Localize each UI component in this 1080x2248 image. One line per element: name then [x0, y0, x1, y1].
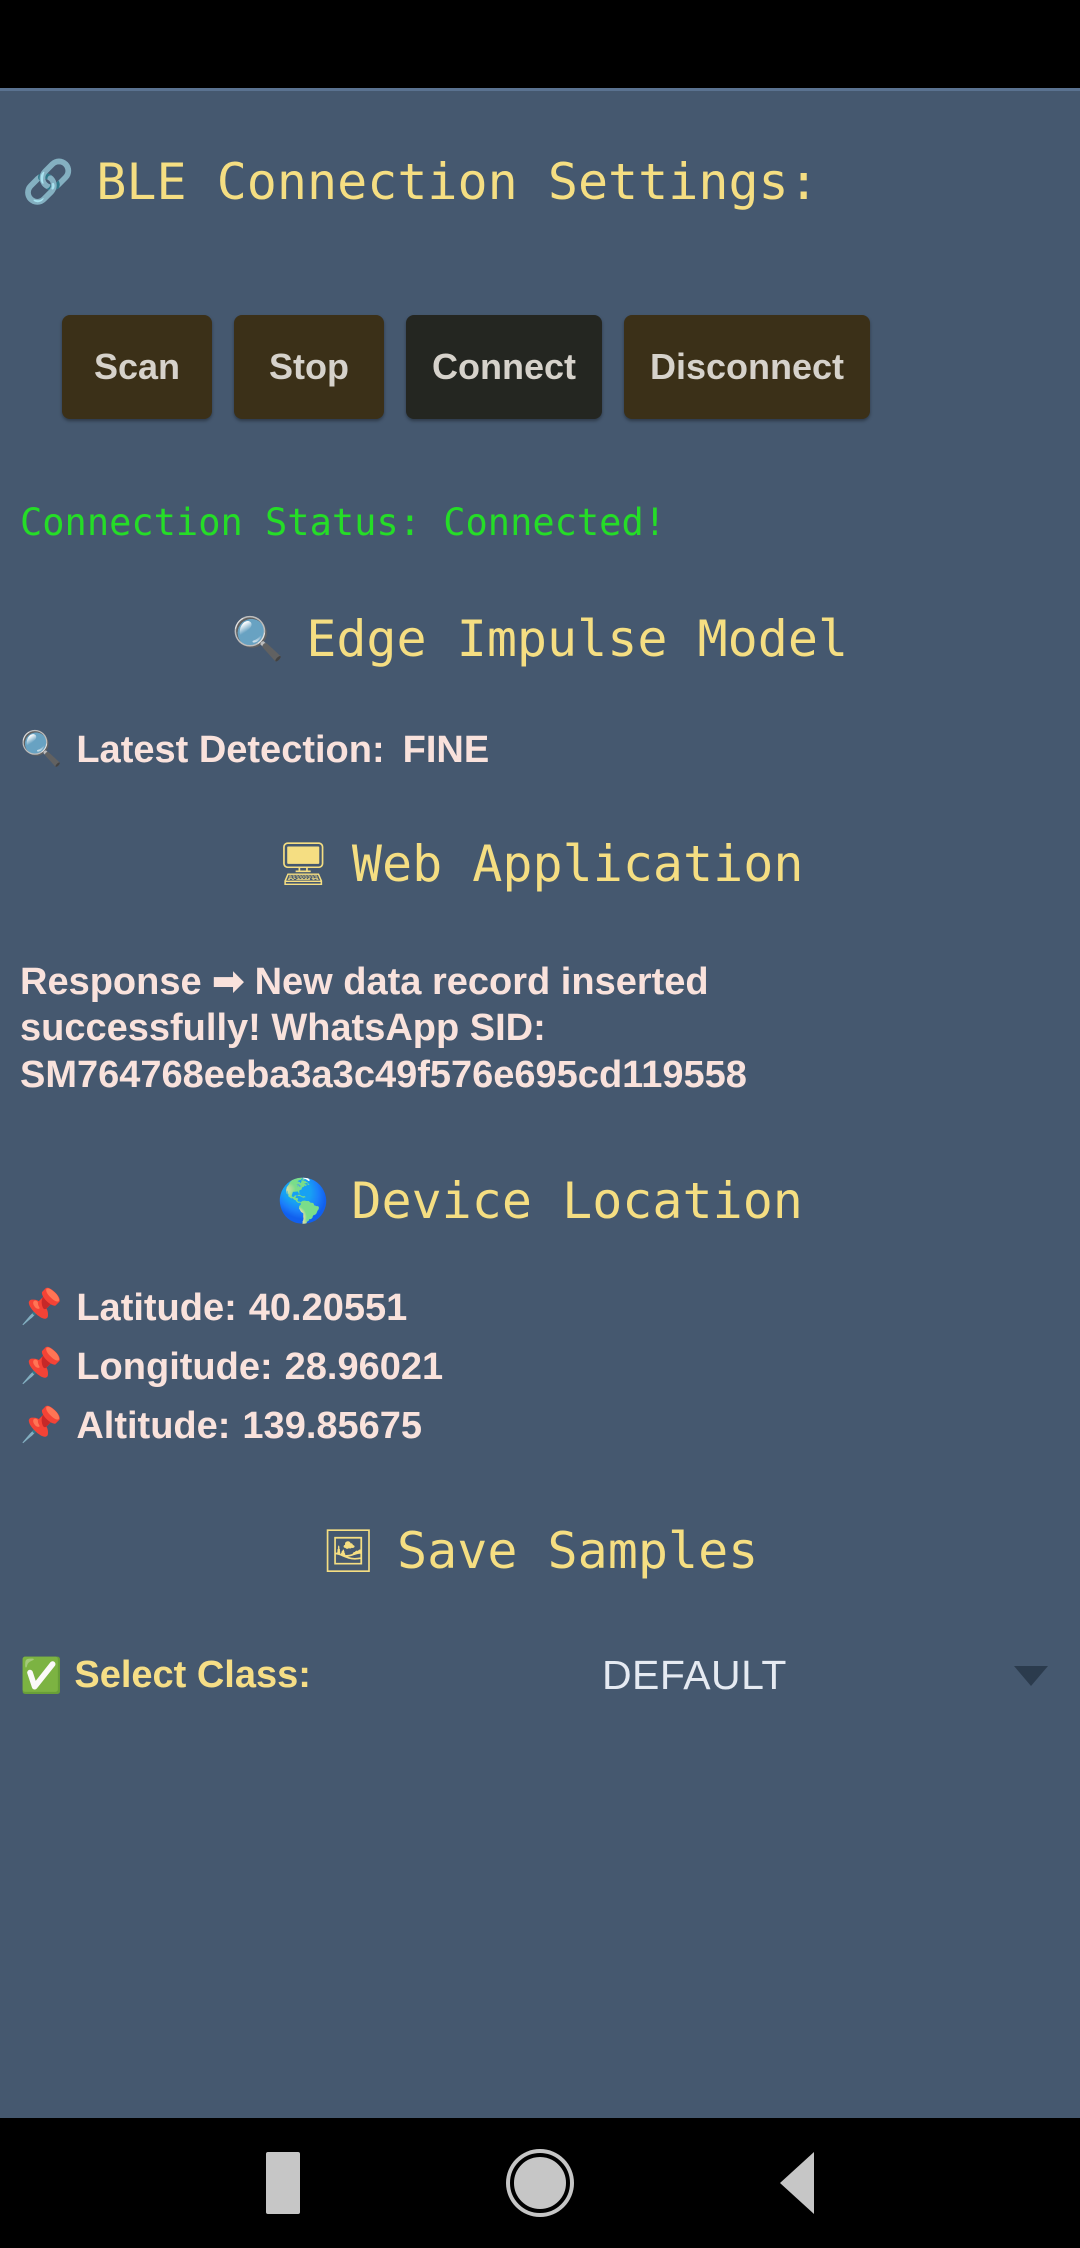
connection-status-text: Connection Status: Connected! — [20, 501, 667, 544]
latest-detection-row: 🔍 Latest Detection: FINE — [14, 728, 1066, 773]
longitude-label: Longitude: — [76, 1345, 273, 1388]
recents-button[interactable] — [266, 2152, 300, 2214]
altitude-label: Altitude: — [76, 1404, 231, 1447]
right-arrow-icon: ➡ — [212, 960, 245, 1003]
link-icon: 🔗 — [22, 157, 75, 206]
stop-button[interactable]: Stop — [234, 315, 384, 419]
back-button[interactable] — [780, 2152, 814, 2214]
class-dropdown-value: DEFAULT — [601, 1652, 787, 1699]
pushpin-icon: 📌 — [20, 1404, 63, 1445]
ble-settings-title: BLE Connection Settings: — [96, 153, 819, 211]
desktop-computer-icon: 🖥 — [276, 838, 330, 888]
status-bar — [0, 0, 1080, 88]
select-class-label: Select Class: — [74, 1654, 311, 1697]
save-samples-title: Save Samples — [397, 1522, 759, 1581]
latitude-row: 📌 Latitude: 40.20551 — [20, 1286, 1066, 1331]
edge-impulse-model-heading: 🔍 Edge Impulse Model — [14, 610, 1066, 668]
connect-button[interactable]: Connect — [406, 315, 602, 419]
response-prefix: Response — [20, 960, 202, 1003]
disconnect-button[interactable]: Disconnect — [624, 315, 871, 419]
select-class-label-group: ✅ Select Class: — [20, 1654, 311, 1697]
longitude-row: 📌 Longitude: 28.96021 — [20, 1345, 1066, 1390]
coordinate-list: 📌 Latitude: 40.20551 📌 Longitude: 28.960… — [14, 1286, 1066, 1448]
web-response-block: Response ➡ New data record inserted succ… — [14, 959, 920, 1098]
save-samples-heading: 🖼 Save Samples — [14, 1522, 1066, 1580]
altitude-row: 📌 Altitude: 139.85675 — [20, 1404, 1066, 1449]
web-application-heading: 🖥 Web Application — [14, 835, 1066, 893]
pushpin-icon: 📌 — [20, 1345, 63, 1386]
globe-americas-icon: 🌎 — [277, 1175, 330, 1225]
latitude-label: Latitude: — [76, 1286, 237, 1329]
class-dropdown[interactable]: DEFAULT — [341, 1652, 1048, 1699]
latest-detection-label: Latest Detection: — [76, 729, 385, 771]
ble-settings-heading: 🔗 BLE Connection Settings: — [14, 91, 1066, 211]
chevron-down-icon[interactable] — [1014, 1665, 1048, 1686]
framed-picture-icon: 🖼 — [321, 1526, 376, 1576]
pushpin-icon: 📌 — [20, 1286, 63, 1327]
altitude-value: 139.85675 — [242, 1404, 423, 1447]
latitude-value: 40.20551 — [248, 1286, 408, 1329]
device-location-title: Device Location — [351, 1171, 803, 1230]
web-application-title: Web Application — [351, 834, 804, 893]
scan-button[interactable]: Scan — [62, 315, 212, 419]
longitude-value: 28.96021 — [284, 1345, 444, 1388]
check-mark-icon: ✅ — [20, 1655, 63, 1696]
magnifying-glass-icon: 🔍 — [231, 614, 285, 663]
edge-impulse-model-title: Edge Impulse Model — [306, 610, 849, 668]
app-content: 🔗 BLE Connection Settings: Scan Stop Con… — [0, 88, 1080, 2118]
device-location-heading: 🌎 Device Location — [14, 1172, 1066, 1230]
phone-screen: 🔗 BLE Connection Settings: Scan Stop Con… — [0, 0, 1080, 2248]
home-button[interactable] — [510, 2153, 570, 2213]
latest-detection-value: FINE — [402, 729, 490, 771]
select-class-row: ✅ Select Class: DEFAULT — [14, 1652, 1066, 1699]
android-navigation-bar — [0, 2118, 1080, 2248]
magnifying-glass-icon: 🔍 — [20, 729, 63, 769]
ble-button-row: Scan Stop Connect Disconnect — [14, 315, 1066, 419]
